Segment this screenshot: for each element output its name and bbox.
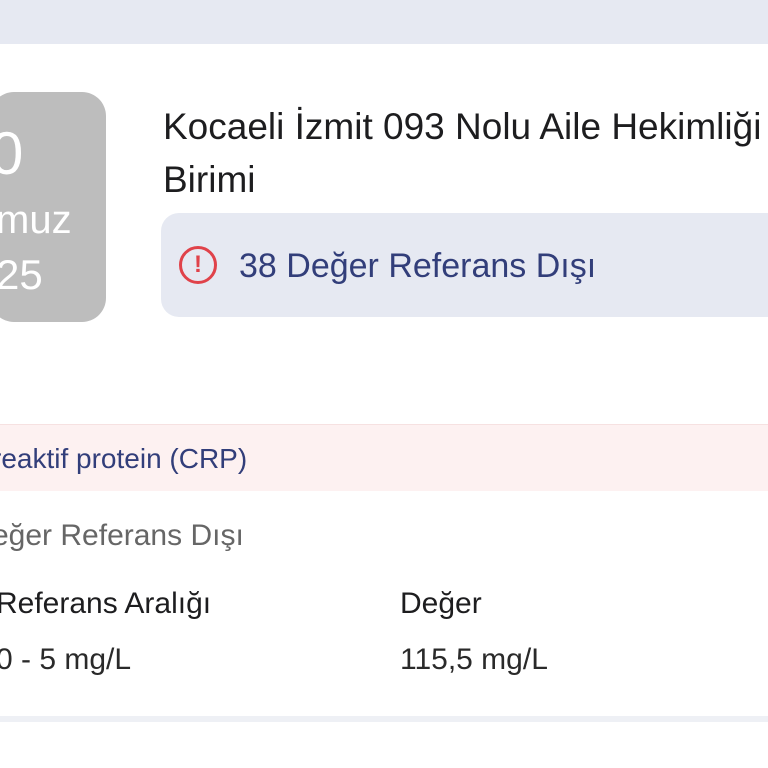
test-header[interactable]: reaktif protein (CRP)	[0, 424, 768, 491]
alert-text: 38 Değer Referans Dışı	[239, 247, 597, 285]
top-band	[0, 0, 768, 44]
reference-range-value: 0 - 5 mg/L	[0, 643, 132, 676]
lab-results-screen: 0 muz 25 Kocaeli İzmit 093 Nolu Aile Hek…	[0, 0, 768, 768]
date-day: 0	[0, 120, 24, 187]
reference-range-label: Referans Aralığı	[0, 587, 212, 620]
exclamation-circle-icon: !	[179, 246, 217, 284]
value-label: Değer	[400, 587, 482, 620]
date-month: muz	[0, 198, 72, 242]
test-value: 115,5 mg/L	[400, 643, 548, 676]
out-of-range-alert[interactable]: ! 38 Değer Referans Dışı	[161, 213, 768, 317]
date-year: 25	[0, 251, 43, 298]
test-name: reaktif protein (CRP)	[0, 443, 248, 474]
next-card-area	[0, 722, 768, 768]
status-text: eğer Referans Dışı	[0, 519, 244, 552]
unit-title: Kocaeli İzmit 093 Nolu Aile Hekimliği Bi…	[163, 106, 762, 200]
